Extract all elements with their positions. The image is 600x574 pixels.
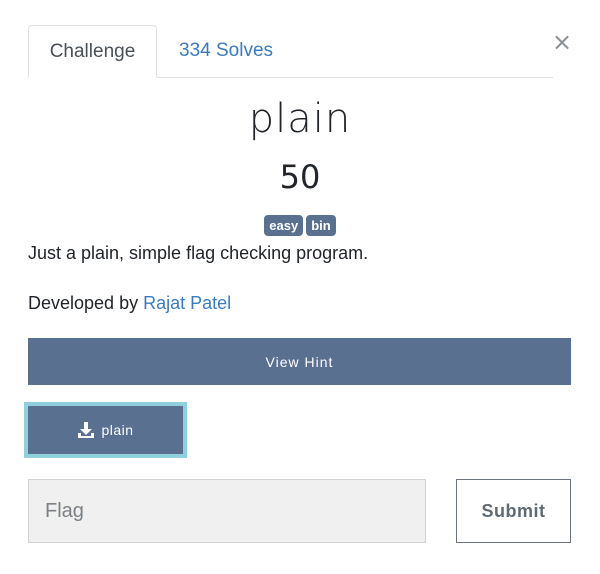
tab-challenge[interactable]: Challenge <box>28 25 157 78</box>
view-hint-button[interactable]: View Hint <box>28 338 571 385</box>
tag-badge: easy <box>264 215 304 236</box>
challenge-name: plain <box>248 96 352 142</box>
tab-solves[interactable]: 334 Solves <box>157 25 295 77</box>
flag-input[interactable] <box>28 479 426 543</box>
download-icon <box>77 421 95 439</box>
file-name-label: plain <box>101 422 134 438</box>
developer-link[interactable]: Rajat Patel <box>143 293 231 313</box>
challenge-description: Just a plain, simple flag checking progr… <box>28 243 369 263</box>
challenge-modal: Challenge 334 Solves × plain 50 easy bin… <box>0 0 600 574</box>
challenge-value: 50 <box>279 158 321 196</box>
close-icon[interactable]: × <box>550 28 574 56</box>
download-file-button[interactable]: plain <box>24 402 187 458</box>
developer-line: Developed by Rajat Patel <box>28 293 231 314</box>
tab-bar: Challenge 334 Solves <box>28 25 553 78</box>
submit-button[interactable]: Submit <box>456 479 571 543</box>
tag-list: easy bin <box>0 215 600 236</box>
tag-badge: bin <box>306 215 336 236</box>
developer-prefix: Developed by <box>28 293 144 313</box>
